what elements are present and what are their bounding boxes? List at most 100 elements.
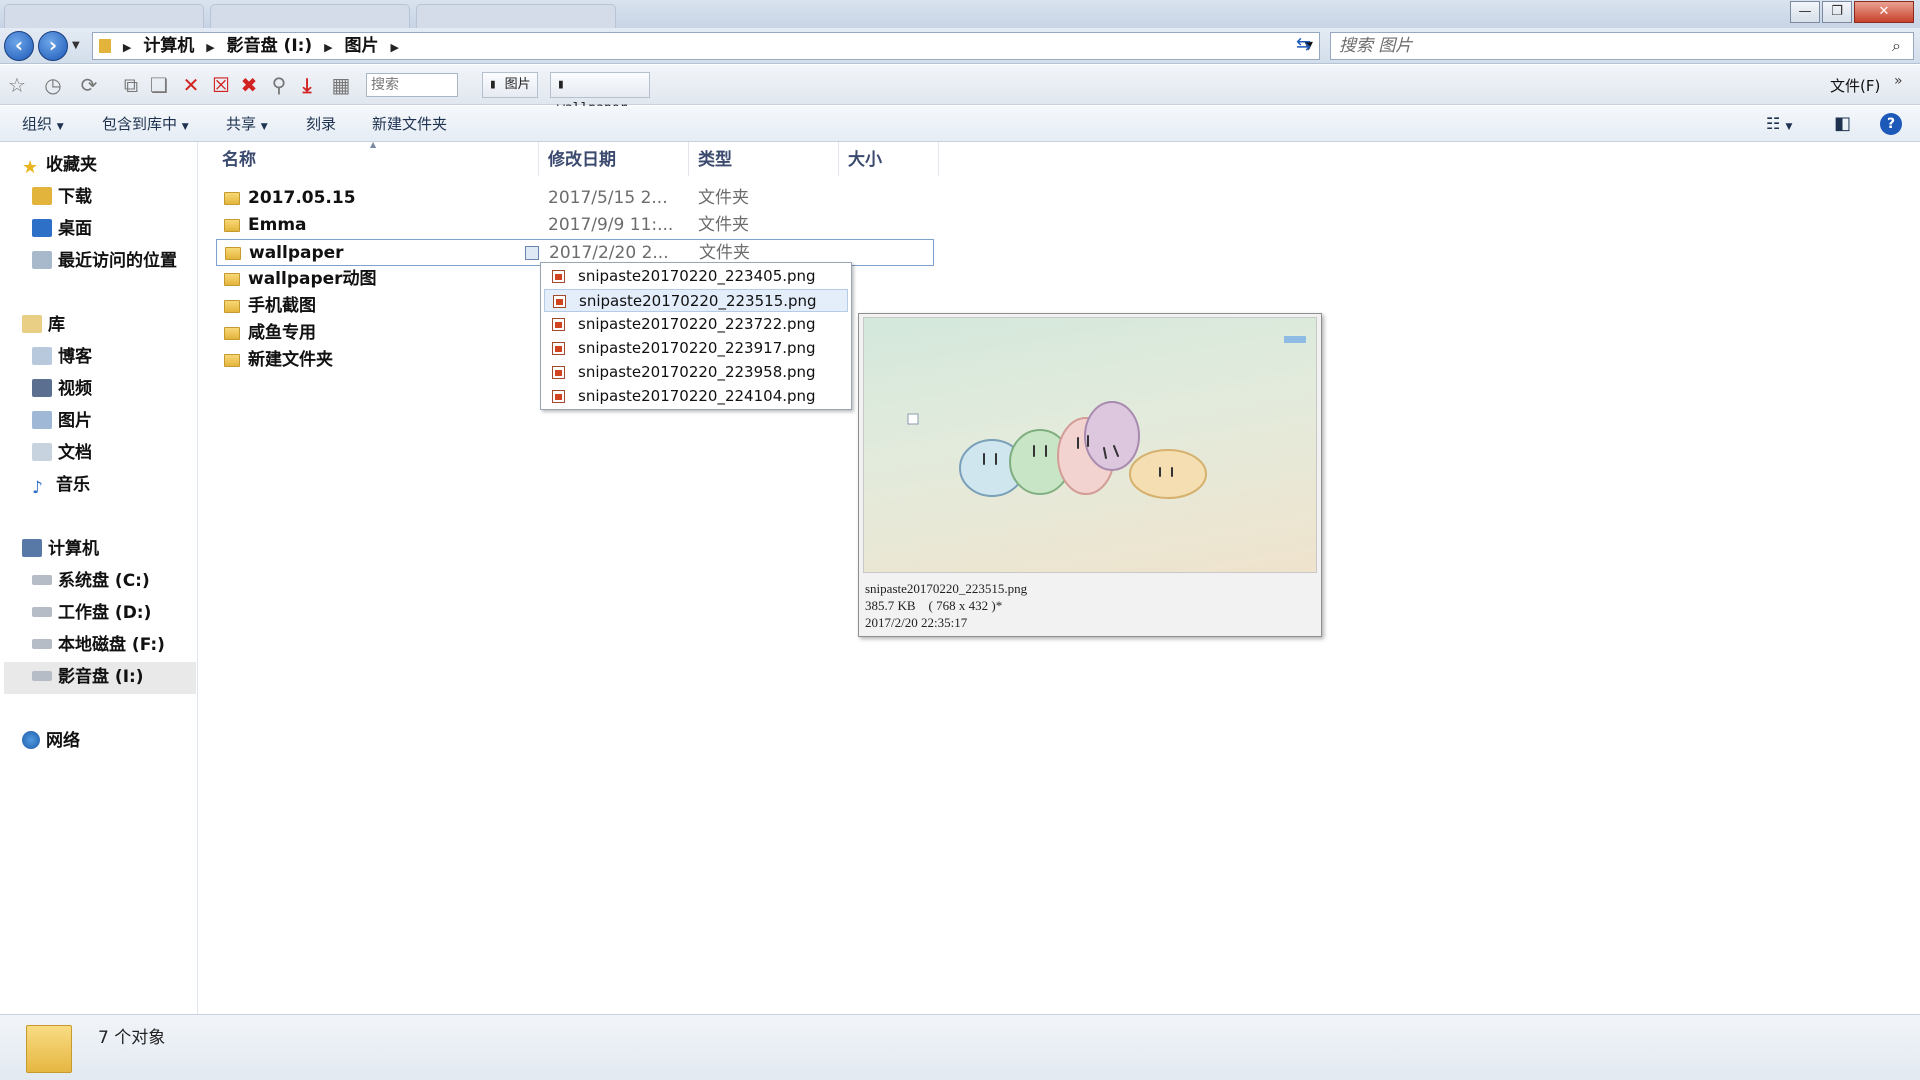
- close-button[interactable]: ✕: [1854, 1, 1914, 23]
- nav-item-drive-c[interactable]: 系统盘 (C:): [32, 566, 150, 596]
- include-label: 包含到库中: [102, 115, 178, 133]
- background-tab[interactable]: [4, 4, 204, 28]
- navigation-pane: ★ 收藏夹 下载 桌面 最近访问的位置 库 博客 视频 图片 文档 ♪ 音乐 计算机…: [0, 142, 198, 1014]
- file-menu[interactable]: 文件(F): [1830, 75, 1880, 96]
- column-divider[interactable]: [938, 142, 939, 176]
- library-icon: [22, 315, 42, 333]
- nav-favorites[interactable]: ★ 收藏夹: [22, 150, 97, 180]
- nav-item-music[interactable]: ♪ 音乐: [32, 470, 90, 500]
- nav-item-desktop[interactable]: 桌面: [32, 214, 92, 244]
- folder-icon: [224, 300, 240, 313]
- nav-item-pictures[interactable]: 图片: [32, 406, 92, 436]
- chevron-right-icon[interactable]: ▶: [123, 35, 131, 61]
- view-options-icon[interactable]: ☷ ▼: [1766, 106, 1792, 142]
- subfolder-dropdown-icon[interactable]: [525, 246, 539, 260]
- breadcrumb-pictures[interactable]: 图片: [339, 33, 385, 59]
- tab-wallpaper[interactable]: ▮ wallpaper: [550, 72, 650, 116]
- nav-label: 图片: [58, 411, 92, 431]
- nav-computer[interactable]: 计算机: [22, 534, 99, 564]
- file-name: 手机截图: [248, 296, 316, 316]
- column-header-size[interactable]: 大小: [848, 148, 882, 172]
- column-header-type[interactable]: 类型: [698, 148, 732, 172]
- file-row[interactable]: 2017.05.15 2017/5/15 2... 文件夹: [216, 185, 934, 212]
- nav-item-drive-d[interactable]: 工作盘 (D:): [32, 598, 151, 628]
- file-row[interactable]: Emma 2017/9/9 11:... 文件夹: [216, 212, 934, 239]
- breadcrumb-drive-i[interactable]: 影音盘 (I:): [221, 33, 319, 59]
- help-icon[interactable]: ?: [1880, 113, 1902, 135]
- history-icon[interactable]: ◷: [42, 74, 64, 96]
- forward-button[interactable]: ›: [38, 31, 68, 61]
- column-header-name[interactable]: 名称: [222, 148, 256, 172]
- breadcrumb-computer[interactable]: 计算机: [137, 33, 200, 59]
- address-bar[interactable]: ▶ 计算机 ▶ 影音盘 (I:) ▶ 图片 ▶ ▼: [92, 32, 1320, 60]
- close-tab-icon[interactable]: ✕: [180, 74, 202, 96]
- png-file-icon: [552, 270, 565, 283]
- search-icon[interactable]: ⌕: [1892, 36, 1901, 56]
- menu-item-png[interactable]: snipaste20170220_224104.png: [544, 385, 848, 408]
- close-all-tabs-icon[interactable]: ✖: [238, 74, 260, 96]
- file-date: 2017/5/15 2...: [548, 188, 668, 208]
- burn-button[interactable]: 刻录: [306, 106, 336, 142]
- menu-item-png[interactable]: snipaste20170220_223958.png: [544, 361, 848, 384]
- undo-close-icon[interactable]: ⤓: [296, 74, 318, 96]
- back-button[interactable]: ‹: [4, 31, 34, 61]
- new-folder-button[interactable]: 新建文件夹: [372, 106, 447, 142]
- nav-libraries[interactable]: 库: [22, 310, 65, 340]
- file-date: 2017/9/9 11:...: [548, 215, 674, 235]
- nav-item-drive-i[interactable]: 影音盘 (I:): [32, 662, 144, 692]
- search-input[interactable]: 搜索 图片: [1330, 32, 1914, 60]
- toolbar-search-input[interactable]: 搜索: [366, 73, 458, 97]
- maximize-button[interactable]: ❐: [1822, 1, 1852, 23]
- include-in-library-button[interactable]: 包含到库中 ▼: [102, 106, 189, 142]
- folder-icon: [26, 1025, 72, 1073]
- menu-item-label: snipaste20170220_223405.png: [578, 267, 816, 285]
- organize-button[interactable]: 组织 ▼: [22, 106, 64, 142]
- chevron-right-icon[interactable]: ▶: [390, 35, 398, 61]
- folder-icon: [224, 354, 240, 367]
- status-bar: 7 个对象: [0, 1014, 1920, 1080]
- close-other-tabs-icon[interactable]: ☒: [210, 74, 232, 96]
- share-button[interactable]: 共享 ▼: [226, 106, 268, 142]
- copy-window-icon[interactable]: ❏: [148, 74, 170, 96]
- folder-icon: [93, 33, 117, 59]
- background-tab[interactable]: [210, 4, 410, 28]
- nav-item-videos[interactable]: 视频: [32, 374, 92, 404]
- minimize-button[interactable]: —: [1790, 1, 1820, 23]
- nav-item-recent-places[interactable]: 最近访问的位置: [32, 246, 177, 276]
- refresh-icon[interactable]: ⇆: [1296, 34, 1311, 55]
- preview-date: 2017/2/20 22:35:17: [865, 615, 968, 630]
- menu-item-png-hovered[interactable]: snipaste20170220_223515.png: [544, 289, 848, 312]
- nav-network[interactable]: 网络: [22, 726, 80, 756]
- tab-pictures[interactable]: ▮ 图片: [482, 72, 538, 98]
- pin-icon[interactable]: ⚲: [268, 74, 290, 96]
- column-header-modified[interactable]: 修改日期: [548, 148, 616, 172]
- chevron-down-icon: ▼: [181, 122, 189, 132]
- new-window-icon[interactable]: ⧉: [120, 74, 142, 96]
- chevron-right-icon[interactable]: ▶: [206, 35, 214, 61]
- star-icon[interactable]: ☆: [6, 74, 28, 96]
- video-library-icon: [32, 379, 52, 397]
- recent-pages-dropdown[interactable]: ▼: [72, 40, 80, 51]
- nav-label: 桌面: [58, 219, 92, 239]
- desktop-icon: [32, 219, 52, 237]
- background-tab[interactable]: [416, 4, 616, 28]
- menu-item-png[interactable]: snipaste20170220_223722.png: [544, 313, 848, 336]
- overflow-chevron-icon[interactable]: »: [1894, 73, 1903, 89]
- sync-icon[interactable]: ⟳: [78, 74, 100, 96]
- folder-icon: [224, 273, 240, 286]
- folder-icon: [224, 327, 240, 340]
- nav-item-downloads[interactable]: 下载: [32, 182, 92, 212]
- nav-item-blog[interactable]: 博客: [32, 342, 92, 372]
- menu-item-png[interactable]: snipaste20170220_223917.png: [544, 337, 848, 360]
- preview-pane-icon[interactable]: ◧: [1834, 106, 1851, 142]
- nav-item-documents[interactable]: 文档: [32, 438, 92, 468]
- nav-label: 网络: [46, 731, 80, 751]
- nav-item-drive-f[interactable]: 本地磁盘 (F:): [32, 630, 165, 660]
- column-divider[interactable]: [538, 142, 539, 176]
- column-divider[interactable]: [688, 142, 689, 176]
- column-divider[interactable]: [838, 142, 839, 176]
- menu-item-png[interactable]: snipaste20170220_223405.png: [544, 265, 848, 288]
- chevron-right-icon[interactable]: ▶: [324, 35, 332, 61]
- view-layout-icon[interactable]: ▦: [330, 74, 352, 96]
- nav-label: 计算机: [48, 539, 99, 559]
